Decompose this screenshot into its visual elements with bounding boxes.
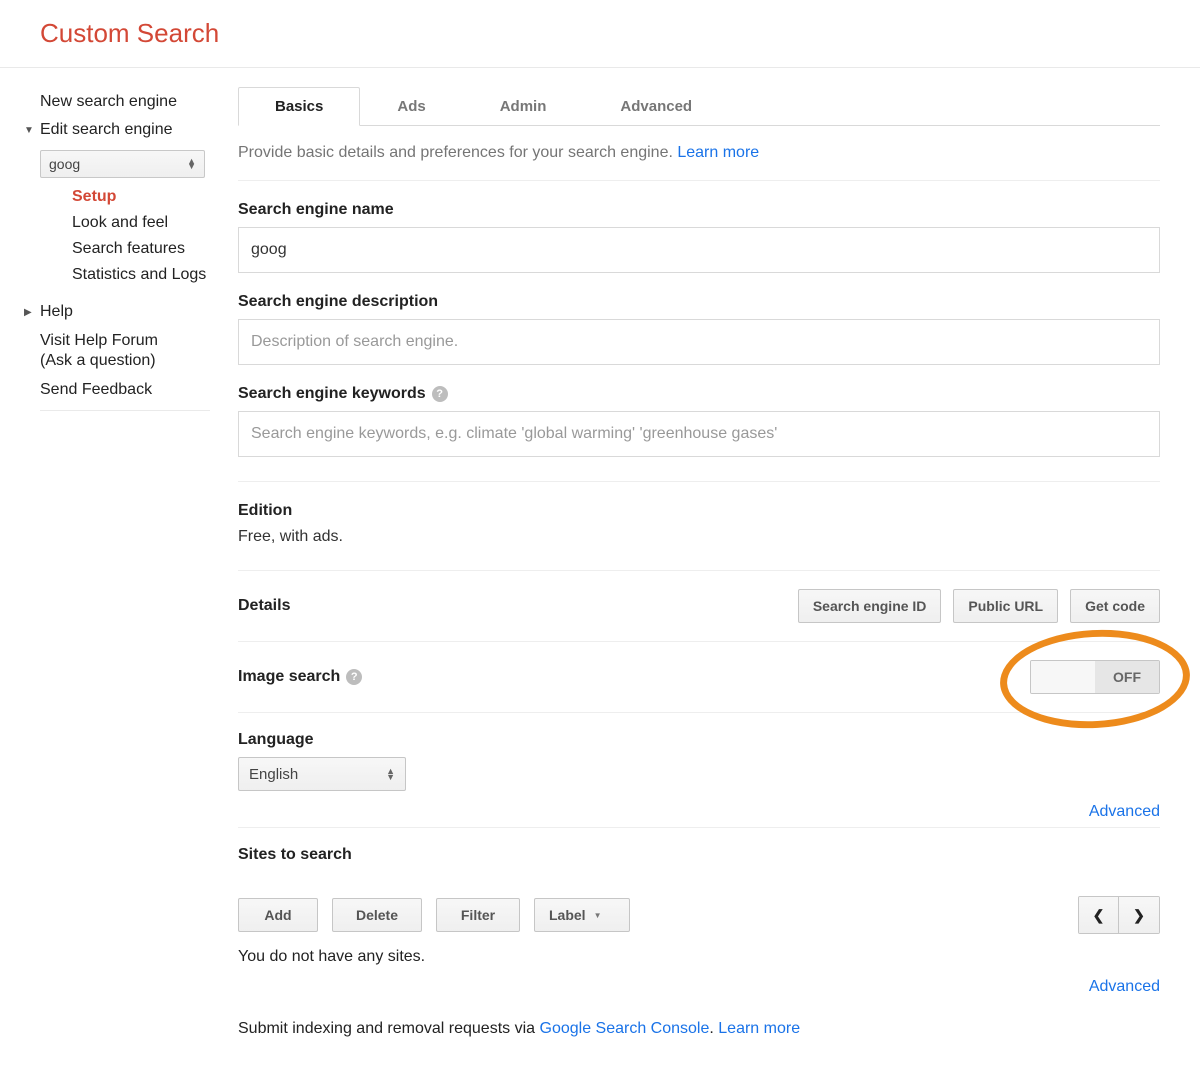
image-search-label: Image search ? [238, 668, 362, 686]
pager: ❮ ❯ [1078, 896, 1160, 934]
sites-empty-message: You do not have any sites. [238, 948, 1160, 966]
kw-input[interactable] [238, 411, 1160, 457]
main-content: Basics Ads Admin Advanced Provide basic … [230, 68, 1200, 1078]
sidebar-help-label: Help [40, 303, 73, 321]
sidebar-edit-engine[interactable]: ▼ Edit search engine [20, 116, 230, 144]
sidebar-sub-features[interactable]: Search features [20, 236, 230, 262]
language-value: English [249, 766, 298, 783]
sites-advanced-link[interactable]: Advanced [1089, 978, 1160, 995]
sidebar: New search engine ▼ Edit search engine g… [0, 68, 230, 1078]
details-row: Details Search engine ID Public URL Get … [238, 589, 1160, 642]
language-advanced-link[interactable]: Advanced [1089, 803, 1160, 820]
intro-copy: Provide basic details and preferences fo… [238, 144, 677, 161]
name-label: Search engine name [238, 201, 1160, 219]
submit-dot: . [709, 1020, 718, 1037]
details-label: Details [238, 597, 290, 615]
sidebar-help[interactable]: ▶ Help [20, 298, 230, 326]
desc-label: Search engine description [238, 293, 1160, 311]
submit-learn-more-link[interactable]: Learn more [718, 1020, 800, 1037]
sidebar-sub-look[interactable]: Look and feel [20, 210, 230, 236]
public-url-button[interactable]: Public URL [953, 589, 1058, 623]
edition-label: Edition [238, 502, 1160, 520]
tab-admin[interactable]: Admin [463, 87, 584, 126]
submit-pre: Submit indexing and removal requests via [238, 1020, 540, 1037]
intro-text: Provide basic details and preferences fo… [238, 126, 1160, 181]
tabs: Basics Ads Admin Advanced [238, 86, 1160, 126]
sites-label: Sites to search [238, 846, 1160, 864]
language-label: Language [238, 731, 1160, 749]
toggle-off-half: OFF [1095, 661, 1159, 693]
toggle-on-half [1031, 661, 1095, 693]
sidebar-send-feedback[interactable]: Send Feedback [20, 376, 230, 404]
sites-add-button[interactable]: Add [238, 898, 318, 932]
name-input[interactable] [238, 227, 1160, 273]
sites-label-button[interactable]: Label ▼ [534, 898, 630, 932]
divider [238, 570, 1160, 571]
learn-more-link[interactable]: Learn more [677, 144, 759, 161]
get-code-button[interactable]: Get code [1070, 589, 1160, 623]
sidebar-visit-forum[interactable]: Visit Help Forum (Ask a question) [20, 326, 230, 376]
image-search-toggle[interactable]: OFF [1030, 660, 1160, 694]
pager-next-button[interactable]: ❯ [1119, 897, 1159, 933]
sidebar-sub-stats[interactable]: Statistics and Logs [20, 262, 230, 288]
tab-basics[interactable]: Basics [238, 87, 360, 126]
desc-input[interactable] [238, 319, 1160, 365]
page-title: Custom Search [40, 18, 1200, 49]
image-search-row: Image search ? OFF [238, 660, 1160, 713]
search-engine-id-button[interactable]: Search engine ID [798, 589, 942, 623]
sites-delete-button[interactable]: Delete [332, 898, 422, 932]
kw-label: Search engine keywords ? [238, 385, 1160, 403]
sidebar-sub-setup[interactable]: Setup [20, 184, 230, 210]
chevron-left-icon: ❮ [1093, 907, 1105, 924]
divider [238, 827, 1160, 828]
pager-prev-button[interactable]: ❮ [1079, 897, 1119, 933]
select-caret-icon: ▲▼ [187, 159, 196, 169]
caret-right-icon: ▶ [24, 307, 36, 318]
dropdown-caret-icon: ▼ [594, 911, 602, 920]
sidebar-edit-engine-label: Edit search engine [40, 121, 173, 139]
engine-select-value: goog [49, 156, 80, 172]
sites-label-text: Label [549, 907, 586, 923]
visit-forum-line1: Visit Help Forum [40, 332, 158, 349]
kw-label-text: Search engine keywords [238, 385, 426, 403]
sidebar-new-engine[interactable]: New search engine [20, 88, 230, 116]
submit-indexing-text: Submit indexing and removal requests via… [238, 1020, 1160, 1038]
edition-value: Free, with ads. [238, 528, 1160, 546]
help-icon[interactable]: ? [346, 669, 362, 685]
search-console-link[interactable]: Google Search Console [540, 1020, 710, 1037]
tab-advanced[interactable]: Advanced [583, 87, 729, 126]
engine-select[interactable]: goog ▲▼ [40, 150, 205, 178]
divider [238, 481, 1160, 482]
caret-down-icon: ▼ [24, 125, 36, 136]
help-icon[interactable]: ? [432, 386, 448, 402]
visit-forum-line2: (Ask a question) [40, 352, 156, 369]
language-select[interactable]: English ▲▼ [238, 757, 406, 791]
chevron-right-icon: ❯ [1133, 907, 1145, 924]
tab-ads[interactable]: Ads [360, 87, 462, 126]
sidebar-divider [40, 410, 210, 411]
select-caret-icon: ▲▼ [386, 768, 395, 780]
sites-filter-button[interactable]: Filter [436, 898, 520, 932]
image-search-label-text: Image search [238, 668, 340, 686]
